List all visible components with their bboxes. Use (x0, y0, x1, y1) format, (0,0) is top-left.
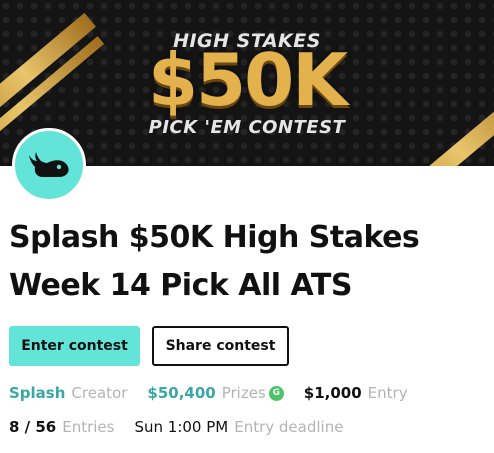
entries-value: 8 / 56 (9, 418, 57, 436)
enter-contest-button[interactable]: Enter contest (9, 326, 140, 366)
creator-value[interactable]: Splash (9, 384, 65, 402)
banner-line-amount: $50K (147, 38, 348, 122)
entry-fee-label: Entry (367, 384, 408, 402)
contest-meta-row-1: Splash Creator $50,400 Prizes G $1,000 E… (9, 384, 408, 402)
entry-fee-value: $1,000 (303, 384, 362, 402)
deadline-label: Entry deadline (234, 418, 344, 436)
contest-title-line-2: Week 14 Pick All ATS (9, 268, 352, 303)
contest-title-line-1: Splash $50K High Stakes (9, 220, 420, 255)
banner-line-pickem: PICK 'EM CONTEST (148, 117, 346, 138)
whale-icon (29, 152, 69, 177)
share-contest-button[interactable]: Share contest (152, 326, 289, 366)
prizes-label: Prizes (221, 384, 266, 402)
deadline-value: Sun 1:00 PM (134, 418, 229, 436)
avatar (12, 128, 86, 202)
contest-title: Splash $50K High Stakes Week 14 Pick All… (9, 214, 479, 310)
prizes-value: $50,400 (147, 384, 216, 402)
guaranteed-badge-icon: G (268, 385, 284, 401)
entries-label: Entries (62, 418, 115, 436)
contest-meta-row-2: 8 / 56 Entries Sun 1:00 PM Entry deadlin… (9, 418, 343, 436)
creator-label: Creator (71, 384, 128, 402)
